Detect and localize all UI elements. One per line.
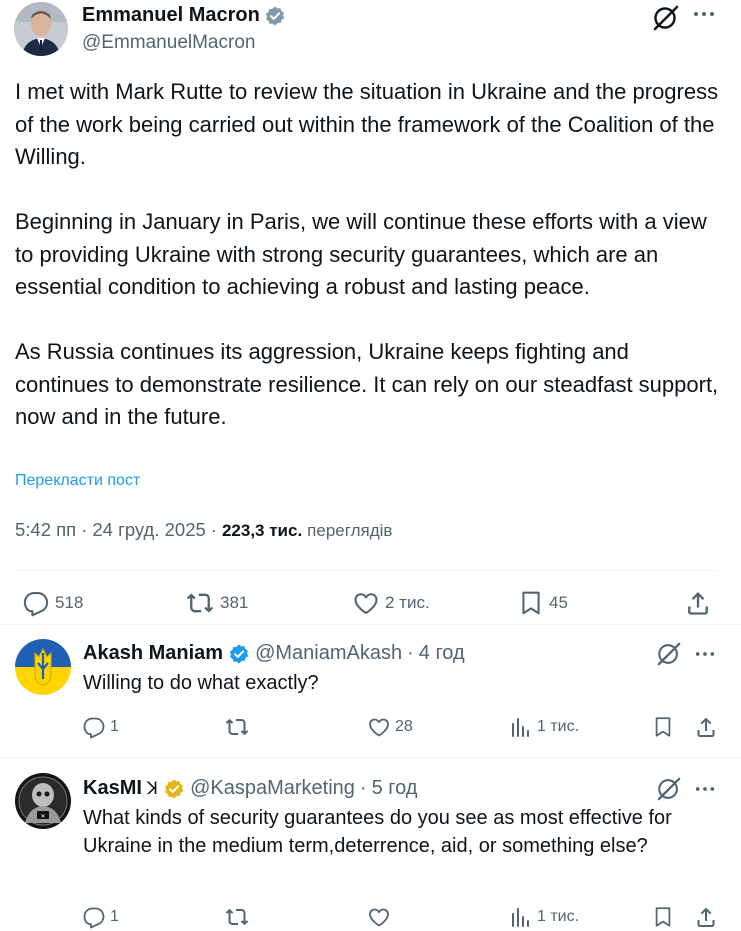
reply-header: KasMI ꓘ @KaspaMarketing · 5 год [83, 777, 417, 800]
repost-button[interactable] [224, 715, 254, 739]
post-paragraph: I met with Mark Rutte to review the situ… [15, 79, 719, 169]
share-button[interactable] [694, 715, 718, 739]
author-avatar[interactable] [14, 2, 68, 56]
bookmark-count: 45 [549, 593, 568, 612]
reply-avatar-kasmi[interactable]: ✕ [15, 773, 71, 829]
grok-icon[interactable] [655, 776, 683, 802]
like-count: 28 [395, 718, 413, 735]
divider [0, 624, 741, 625]
reply-author-name[interactable]: Akash Maniam [83, 642, 223, 665]
like-button[interactable]: 2 тис. [352, 589, 430, 617]
author-name-row[interactable]: Emmanuel Macron [82, 4, 286, 27]
bookmark-icon [652, 715, 674, 739]
share-icon [684, 589, 712, 617]
reply-button[interactable]: 1 [82, 715, 119, 739]
reply-button[interactable]: 1 [82, 905, 119, 929]
bookmark-button[interactable]: 45 [518, 589, 568, 617]
views-label: переглядів [307, 521, 393, 540]
reply-count: 518 [55, 593, 84, 612]
repost-icon [185, 589, 215, 617]
repost-icon [224, 905, 250, 929]
reply-author-handle[interactable]: @KaspaMarketing [190, 777, 355, 800]
heart-icon [367, 905, 391, 929]
repost-icon [224, 715, 250, 739]
post-date[interactable]: 24 груд. 2025 [92, 519, 205, 541]
analytics-icon [509, 715, 533, 739]
like-button[interactable]: 28 [367, 715, 413, 739]
views-button[interactable]: 1 тис. [509, 715, 579, 739]
reply-time[interactable]: 4 год [419, 642, 465, 665]
meta-separator: · [210, 519, 217, 540]
share-icon [694, 905, 718, 929]
verified-badge-icon [228, 643, 250, 665]
post-time[interactable]: 5:42 пп [15, 519, 76, 541]
repost-button[interactable] [224, 905, 254, 929]
views-count: 1 тис. [537, 718, 580, 735]
heart-icon [352, 589, 380, 617]
reply-time[interactable]: 5 год [372, 777, 418, 800]
post-paragraph: As Russia continues its aggression, Ukra… [15, 339, 719, 429]
repost-count: 381 [220, 593, 249, 612]
svg-text:✕: ✕ [40, 813, 45, 820]
reply-text: Willing to do what exactly? [83, 672, 319, 694]
reply-count: 1 [110, 908, 119, 925]
reply-author-name[interactable]: KasMI [83, 777, 142, 800]
like-count: 2 тис. [385, 593, 430, 612]
reply-separator: · [359, 777, 367, 799]
share-button[interactable] [694, 905, 718, 929]
post-text: I met with Mark Rutte to review the situ… [15, 76, 727, 434]
divider [15, 570, 717, 571]
bookmark-icon [518, 589, 544, 617]
author-name[interactable]: Emmanuel Macron [82, 4, 260, 27]
bookmark-icon [652, 905, 674, 929]
verified-badge-icon [264, 5, 286, 27]
reply-icon [82, 715, 106, 739]
reply-author-handle[interactable]: @ManiamAkash [255, 642, 402, 665]
more-options-icon[interactable] [692, 2, 716, 26]
name-suffix: ꓘ [146, 778, 159, 798]
views-count[interactable]: 223,3 тис. [222, 521, 302, 541]
like-button[interactable] [367, 905, 395, 929]
reply-separator: · [407, 642, 414, 664]
more-options-icon[interactable] [694, 778, 716, 800]
views-count: 1 тис. [537, 908, 580, 925]
views-button[interactable]: 1 тис. [509, 905, 579, 929]
reply-avatar-akash[interactable] [15, 639, 71, 695]
author-handle[interactable]: @EmmanuelMacron [82, 32, 255, 54]
reply-text: What kinds of security guarantees do you… [83, 807, 672, 857]
reply-button[interactable]: 518 [22, 589, 83, 617]
post-meta: 5:42 пп · 24 груд. 2025 · 223,3 тис. пер… [15, 519, 392, 541]
share-icon [694, 715, 718, 739]
reply-icon [82, 905, 106, 929]
divider [0, 757, 741, 758]
more-options-icon[interactable] [694, 643, 716, 665]
reply-count: 1 [110, 718, 119, 735]
bookmark-button[interactable] [652, 905, 674, 929]
meta-separator: · [81, 519, 88, 540]
repost-button[interactable]: 381 [185, 589, 248, 617]
verified-badge-icon [163, 778, 185, 800]
reply-icon [22, 589, 50, 617]
translate-post-link[interactable]: Перекласти пост [15, 472, 140, 490]
share-button[interactable] [684, 589, 712, 617]
analytics-icon [509, 905, 533, 929]
grok-icon[interactable] [651, 4, 681, 32]
grok-icon[interactable] [655, 641, 683, 667]
reply-header: Akash Maniam @ManiamAkash · 4 год [83, 642, 465, 665]
post-paragraph: Beginning in January in Paris, we will c… [15, 209, 707, 299]
bookmark-button[interactable] [652, 715, 674, 739]
heart-icon [367, 715, 391, 739]
